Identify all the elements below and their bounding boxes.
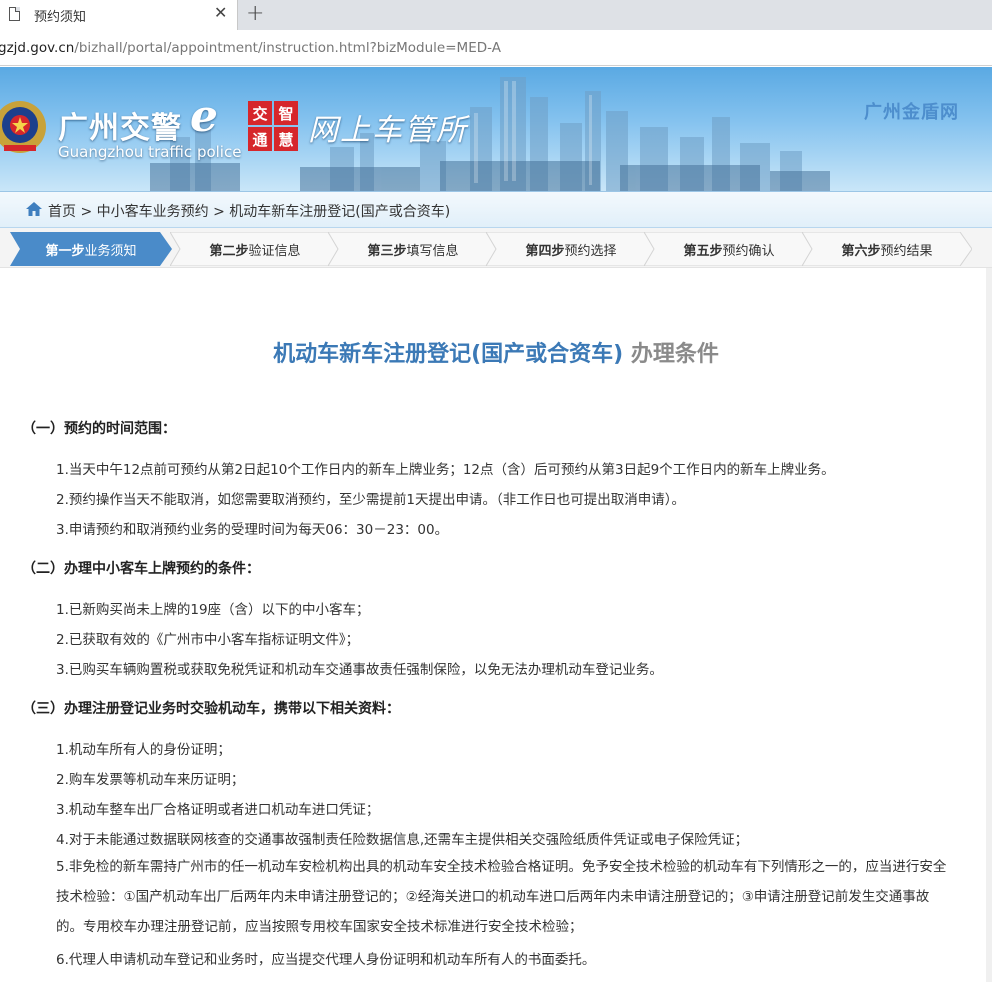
step-1: 第一步业务须知: [10, 232, 172, 266]
home-icon[interactable]: [26, 202, 42, 216]
list-item: 1.机动车所有人的身份证明；: [56, 742, 231, 758]
breadcrumb-category-link[interactable]: 中小客车业务预约: [97, 204, 209, 220]
address-bar[interactable]: gzjd.gov.cn/bizhall/portal/appointment/i…: [0, 30, 992, 66]
page-title-suffix: 办理条件: [623, 342, 719, 367]
step-5-label: 第五步预约确认: [683, 243, 775, 259]
breadcrumb-separator: >: [208, 204, 230, 220]
new-tab-icon[interactable]: +: [246, 2, 264, 26]
step-3-label: 第三步填写信息: [367, 243, 459, 259]
breadcrumb-home-link[interactable]: 首页: [48, 204, 76, 220]
list-item: 5.非免检的新车需持广州市的任一机动车安检机构出具的机动车安全技术检验合格证明。…: [56, 859, 947, 935]
seal-char: 通: [248, 127, 272, 151]
list-item: 2.购车发票等机动车来历证明；: [56, 772, 245, 788]
step-6-label: 第六步预约结果: [841, 243, 933, 259]
seal-char: 交: [248, 101, 272, 125]
breadcrumb-current: 机动车新车注册登记(国产或合资车): [229, 204, 451, 220]
brand-e-logo: e: [190, 91, 218, 142]
list-item: 3.已购买车辆购置税或获取免税凭证和机动车交通事故责任强制保险，以免无法办理机动…: [56, 662, 663, 678]
seal-char: 慧: [274, 127, 298, 151]
list-item: 2.预约操作当天不能取消，如您需要取消预约，至少需提前1天提出申请。（非工作日也…: [56, 492, 685, 508]
page-title-main: 机动车新车注册登记(国产或合资车): [273, 342, 624, 367]
step-2: 第二步验证信息: [170, 232, 340, 266]
police-emblem-icon: [0, 101, 46, 153]
appointment-steps: 第一步业务须知 第二步验证信息 第三步填写信息 第四步预约选择 第五步预约确认 …: [0, 228, 992, 268]
step-1-label: 第一步业务须知: [45, 243, 137, 259]
section-heading: （二）办理中小客车上牌预约的条件：: [22, 561, 260, 577]
page-title: 机动车新车注册登记(国产或合资车) 办理条件: [0, 336, 992, 368]
step-6: 第六步预约结果: [802, 232, 972, 266]
url-text[interactable]: gzjd.gov.cn/bizhall/portal/appointment/i…: [0, 40, 501, 56]
section-heading: （三）办理注册登记业务时交验机动车，携带以下相关资料：: [22, 701, 400, 717]
list-item: 1.当天中午12点前可预约从第2日起10个工作日内的新车上牌业务；12点（含）后…: [56, 462, 835, 478]
list-item: 2.已获取有效的《广州市中小客车指标证明文件》；: [56, 632, 360, 648]
seal-char: 智: [274, 101, 298, 125]
url-host: gzjd.gov.cn: [0, 40, 75, 56]
step-3: 第三步填写信息: [328, 232, 498, 266]
section-heading: （一）预约的时间范围：: [22, 421, 176, 437]
step-5: 第五步预约确认: [644, 232, 814, 266]
list-item: 3.机动车整车出厂合格证明或者进口机动车进口凭证；: [56, 802, 380, 818]
list-item: 3.申请预约和取消预约业务的受理时间为每天06：30－23：00。: [56, 522, 449, 538]
smart-traffic-seal: 交 智 通 慧: [248, 101, 298, 151]
tab-title: 预约须知: [34, 10, 87, 25]
browser-tab[interactable]: 预约须知 ✕: [0, 0, 238, 30]
breadcrumb-separator: >: [76, 204, 97, 220]
online-vehicle-office-title: 网上车管所: [308, 113, 468, 148]
list-item: 1.已新购买尚未上牌的19座（含）以下的中小客车；: [56, 602, 370, 618]
browser-tab-bar: 预约须知 ✕ +: [0, 0, 992, 30]
brand-name-cn: 广州交警: [58, 111, 182, 146]
breadcrumb-trail: 首页 > 中小客车业务预约 > 机动车新车注册登记(国产或合资车): [48, 201, 450, 221]
document-icon: [9, 7, 20, 21]
list-item: 4.对于未能通过数据联网核查的交通事故强制责任险数据信息,还需车主提供相关交强险…: [56, 832, 749, 848]
site-banner: 广州交警 e Guangzhou traffic police 交 智 通 慧 …: [0, 67, 992, 191]
step-2-label: 第二步验证信息: [209, 243, 301, 259]
brand-name-en: Guangzhou traffic police: [58, 143, 242, 161]
url-path: /bizhall/portal/appointment/instruction.…: [74, 40, 501, 56]
page-scrollbar[interactable]: [986, 268, 992, 982]
close-tab-icon[interactable]: ✕: [214, 4, 227, 22]
step-4: 第四步预约选择: [486, 232, 656, 266]
gold-shield-logo[interactable]: 广州金盾网: [864, 98, 959, 124]
breadcrumb: 首页 > 中小客车业务预约 > 机动车新车注册登记(国产或合资车): [0, 191, 992, 228]
list-item: 6.代理人申请机动车登记和业务时，应当提交代理人身份证明和机动车所有人的书面委托…: [56, 952, 596, 968]
step-4-label: 第四步预约选择: [525, 243, 617, 259]
